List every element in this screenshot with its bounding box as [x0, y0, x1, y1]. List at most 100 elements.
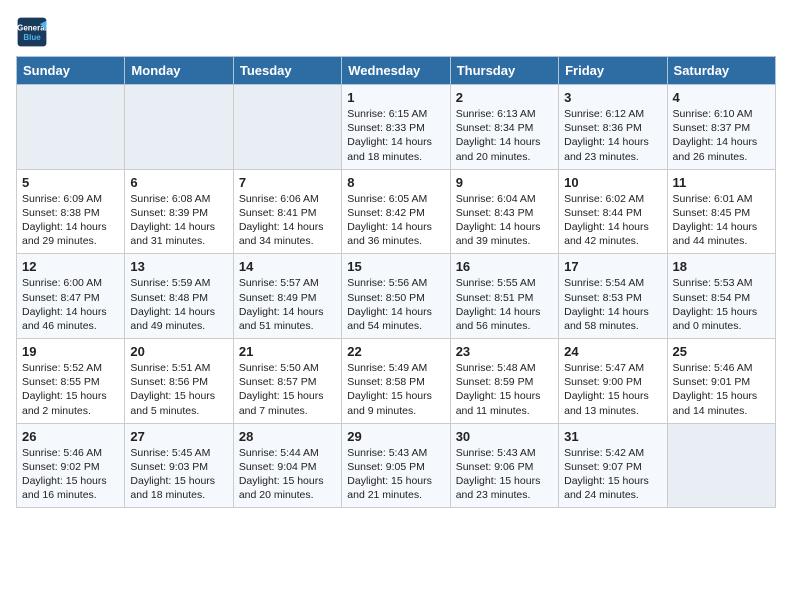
day-number: 5 — [22, 175, 119, 190]
calendar-cell: 20 Sunrise: 5:51 AM Sunset: 8:56 PM Dayli… — [125, 339, 233, 424]
calendar-cell — [125, 85, 233, 170]
calendar-cell: 22 Sunrise: 5:49 AM Sunset: 8:58 PM Dayli… — [342, 339, 450, 424]
calendar-table: SundayMondayTuesdayWednesdayThursdayFrid… — [16, 56, 776, 508]
calendar-cell: 12 Sunrise: 6:00 AM Sunset: 8:47 PM Dayli… — [17, 254, 125, 339]
calendar-body: 1 Sunrise: 6:15 AM Sunset: 8:33 PM Daylig… — [17, 85, 776, 508]
day-number: 8 — [347, 175, 444, 190]
day-info: Sunrise: 6:10 AM Sunset: 8:37 PM Dayligh… — [673, 107, 770, 164]
day-number: 12 — [22, 259, 119, 274]
day-info: Sunrise: 5:44 AM Sunset: 9:04 PM Dayligh… — [239, 446, 336, 503]
day-info: Sunrise: 5:55 AM Sunset: 8:51 PM Dayligh… — [456, 276, 553, 333]
day-info: Sunrise: 5:43 AM Sunset: 9:06 PM Dayligh… — [456, 446, 553, 503]
day-info: Sunrise: 6:09 AM Sunset: 8:38 PM Dayligh… — [22, 192, 119, 249]
calendar-cell: 23Sunrise: 5:48 AM Sunset: 8:59 PM Dayli… — [450, 339, 558, 424]
day-info: Sunrise: 5:56 AM Sunset: 8:50 PM Dayligh… — [347, 276, 444, 333]
calendar-cell: 31 Sunrise: 5:42 AM Sunset: 9:07 PM Dayli… — [559, 423, 667, 508]
day-number: 16 — [456, 259, 553, 274]
day-number: 2 — [456, 90, 553, 105]
day-info: Sunrise: 5:51 AM Sunset: 8:56 PM Dayligh… — [130, 361, 227, 418]
day-number: 3 — [564, 90, 661, 105]
weekday-header: Monday — [125, 57, 233, 85]
calendar-cell: 17 Sunrise: 5:54 AM Sunset: 8:53 PM Dayli… — [559, 254, 667, 339]
calendar-cell: 16 Sunrise: 5:55 AM Sunset: 8:51 PM Dayli… — [450, 254, 558, 339]
calendar-cell: 3 Sunrise: 6:12 AM Sunset: 8:36 PM Daylig… — [559, 85, 667, 170]
day-info: Sunrise: 6:05 AM Sunset: 8:42 PM Dayligh… — [347, 192, 444, 249]
day-info: Sunrise: 6:08 AM Sunset: 8:39 PM Dayligh… — [130, 192, 227, 249]
header: General Blue — [16, 16, 776, 48]
day-number: 19 — [22, 344, 119, 359]
day-number: 20 — [130, 344, 227, 359]
day-number: 17 — [564, 259, 661, 274]
day-info: Sunrise: 6:00 AM Sunset: 8:47 PM Dayligh… — [22, 276, 119, 333]
calendar-cell: 25 Sunrise: 5:46 AM Sunset: 9:01 PM Dayli… — [667, 339, 775, 424]
day-number: 6 — [130, 175, 227, 190]
day-number: 18 — [673, 259, 770, 274]
day-number: 30 — [456, 429, 553, 444]
weekday-header: Tuesday — [233, 57, 341, 85]
day-number: 22 — [347, 344, 444, 359]
day-info: Sunrise: 5:52 AM Sunset: 8:55 PM Dayligh… — [22, 361, 119, 418]
calendar-cell — [233, 85, 341, 170]
day-number: 26 — [22, 429, 119, 444]
day-number: 23 — [456, 344, 553, 359]
day-number: 29 — [347, 429, 444, 444]
day-number: 25 — [673, 344, 770, 359]
day-info: Sunrise: 6:06 AM Sunset: 8:41 PM Dayligh… — [239, 192, 336, 249]
calendar-cell — [17, 85, 125, 170]
day-number: 4 — [673, 90, 770, 105]
day-number: 9 — [456, 175, 553, 190]
day-info: Sunrise: 6:04 AM Sunset: 8:43 PM Dayligh… — [456, 192, 553, 249]
day-number: 7 — [239, 175, 336, 190]
calendar-cell — [667, 423, 775, 508]
day-info: Sunrise: 5:42 AM Sunset: 9:07 PM Dayligh… — [564, 446, 661, 503]
day-info: Sunrise: 5:46 AM Sunset: 9:01 PM Dayligh… — [673, 361, 770, 418]
calendar-cell: 24 Sunrise: 5:47 AM Sunset: 9:00 PM Dayli… — [559, 339, 667, 424]
calendar-cell: 10 Sunrise: 6:02 AM Sunset: 8:44 PM Dayli… — [559, 169, 667, 254]
day-info: Sunrise: 5:57 AM Sunset: 8:49 PM Dayligh… — [239, 276, 336, 333]
calendar-cell: 14 Sunrise: 5:57 AM Sunset: 8:49 PM Dayli… — [233, 254, 341, 339]
day-info: Sunrise: 5:43 AM Sunset: 9:05 PM Dayligh… — [347, 446, 444, 503]
day-number: 21 — [239, 344, 336, 359]
day-number: 14 — [239, 259, 336, 274]
weekday-header: Sunday — [17, 57, 125, 85]
day-info: Sunrise: 6:13 AM Sunset: 8:34 PM Dayligh… — [456, 107, 553, 164]
calendar-cell: 2 Sunrise: 6:13 AM Sunset: 8:34 PM Daylig… — [450, 85, 558, 170]
calendar-cell: 18 Sunrise: 5:53 AM Sunset: 8:54 PM Dayli… — [667, 254, 775, 339]
weekday-header: Thursday — [450, 57, 558, 85]
day-info: Sunrise: 5:53 AM Sunset: 8:54 PM Dayligh… — [673, 276, 770, 333]
calendar-cell: 8 Sunrise: 6:05 AM Sunset: 8:42 PM Daylig… — [342, 169, 450, 254]
svg-text:Blue: Blue — [23, 33, 41, 42]
day-info: Sunrise: 6:12 AM Sunset: 8:36 PM Dayligh… — [564, 107, 661, 164]
day-info: Sunrise: 5:46 AM Sunset: 9:02 PM Dayligh… — [22, 446, 119, 503]
day-info: Sunrise: 6:15 AM Sunset: 8:33 PM Dayligh… — [347, 107, 444, 164]
day-number: 27 — [130, 429, 227, 444]
calendar-cell: 5 Sunrise: 6:09 AM Sunset: 8:38 PM Daylig… — [17, 169, 125, 254]
day-info: Sunrise: 6:01 AM Sunset: 8:45 PM Dayligh… — [673, 192, 770, 249]
day-info: Sunrise: 5:45 AM Sunset: 9:03 PM Dayligh… — [130, 446, 227, 503]
weekday-header: Friday — [559, 57, 667, 85]
calendar-cell: 19 Sunrise: 5:52 AM Sunset: 8:55 PM Dayli… — [17, 339, 125, 424]
day-number: 28 — [239, 429, 336, 444]
calendar-cell: 11 Sunrise: 6:01 AM Sunset: 8:45 PM Dayli… — [667, 169, 775, 254]
day-info: Sunrise: 5:49 AM Sunset: 8:58 PM Dayligh… — [347, 361, 444, 418]
logo: General Blue — [16, 16, 52, 48]
day-info: Sunrise: 6:02 AM Sunset: 8:44 PM Dayligh… — [564, 192, 661, 249]
day-number: 24 — [564, 344, 661, 359]
day-number: 1 — [347, 90, 444, 105]
day-info: Sunrise: 5:59 AM Sunset: 8:48 PM Dayligh… — [130, 276, 227, 333]
day-info: Sunrise: 5:47 AM Sunset: 9:00 PM Dayligh… — [564, 361, 661, 418]
day-number: 31 — [564, 429, 661, 444]
calendar-cell: 27 Sunrise: 5:45 AM Sunset: 9:03 PM Dayli… — [125, 423, 233, 508]
day-number: 10 — [564, 175, 661, 190]
calendar-header: SundayMondayTuesdayWednesdayThursdayFrid… — [17, 57, 776, 85]
day-number: 11 — [673, 175, 770, 190]
calendar-cell: 9 Sunrise: 6:04 AM Sunset: 8:43 PM Daylig… — [450, 169, 558, 254]
calendar-cell: 1 Sunrise: 6:15 AM Sunset: 8:33 PM Daylig… — [342, 85, 450, 170]
calendar-cell: 6 Sunrise: 6:08 AM Sunset: 8:39 PM Daylig… — [125, 169, 233, 254]
day-number: 13 — [130, 259, 227, 274]
day-info: Sunrise: 5:54 AM Sunset: 8:53 PM Dayligh… — [564, 276, 661, 333]
calendar-cell: 21Sunrise: 5:50 AM Sunset: 8:57 PM Dayli… — [233, 339, 341, 424]
calendar-cell: 29 Sunrise: 5:43 AM Sunset: 9:05 PM Dayli… — [342, 423, 450, 508]
calendar-cell: 30 Sunrise: 5:43 AM Sunset: 9:06 PM Dayli… — [450, 423, 558, 508]
calendar-cell: 13 Sunrise: 5:59 AM Sunset: 8:48 PM Dayli… — [125, 254, 233, 339]
